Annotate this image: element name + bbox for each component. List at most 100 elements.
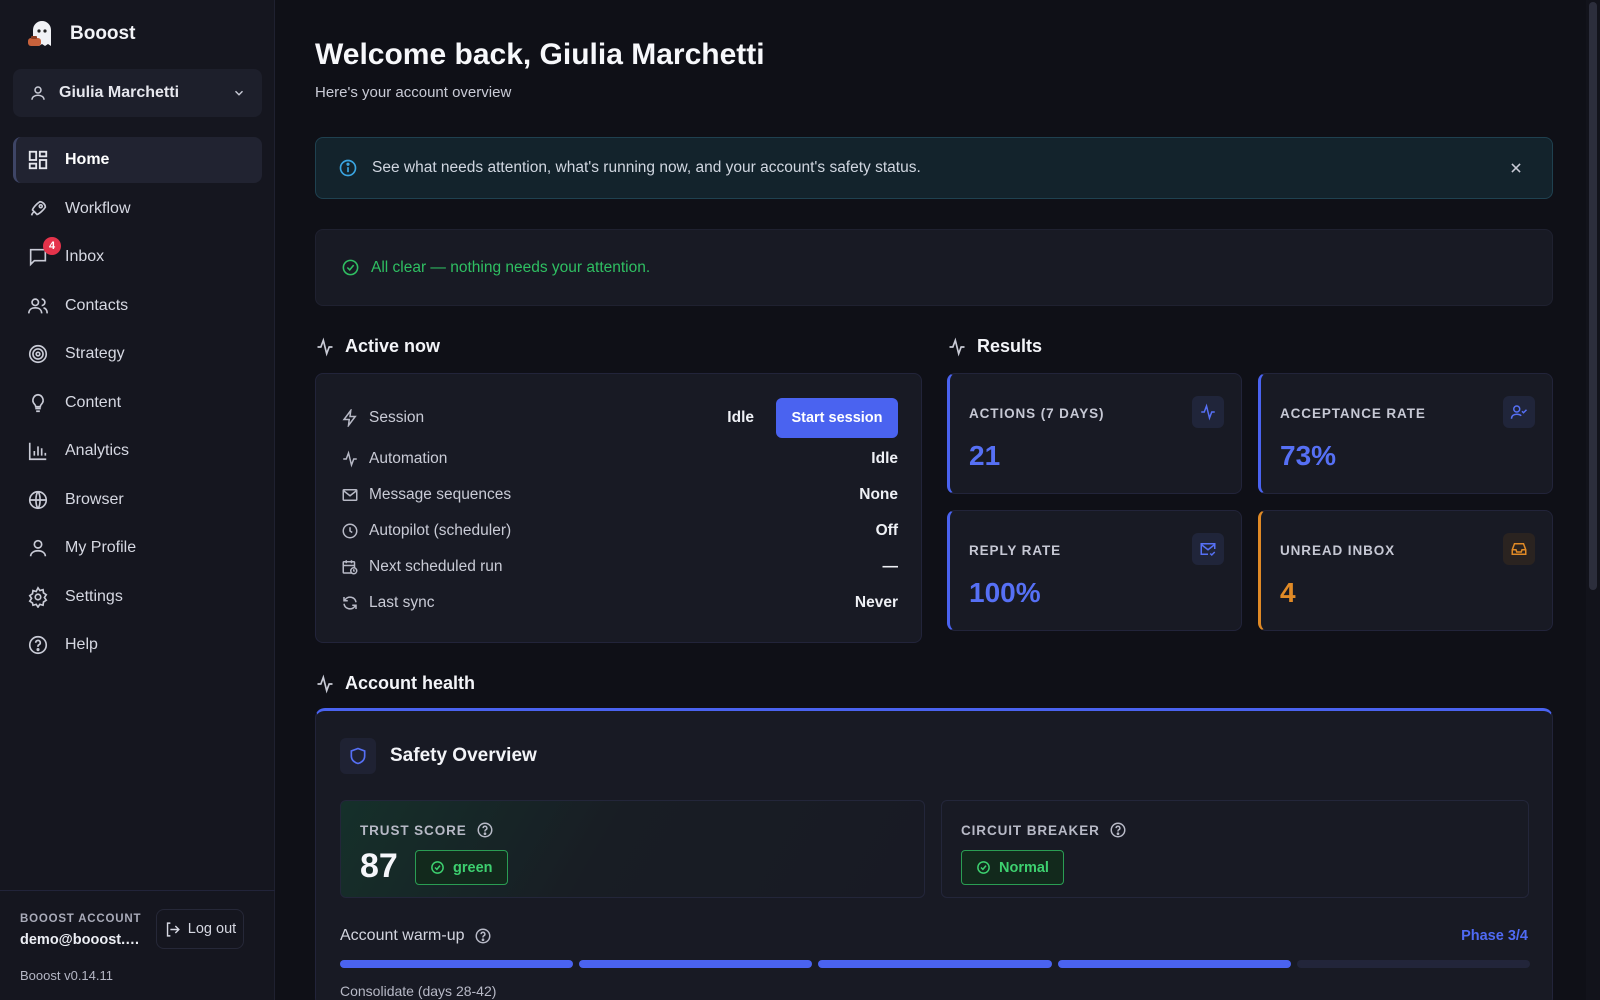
sidebar-item-contacts[interactable]: Contacts <box>13 283 262 329</box>
sidebar-item-browser[interactable]: Browser <box>13 477 262 523</box>
activity-icon <box>949 337 965 356</box>
target-icon <box>27 343 49 365</box>
sidebar-item-label: Inbox <box>65 248 105 265</box>
safety-overview-header: Safety Overview <box>340 738 537 774</box>
sidebar-item-analytics[interactable]: Analytics <box>13 428 262 474</box>
grid-icon <box>27 149 49 171</box>
sidebar-item-inbox[interactable]: 4 Inbox <box>13 234 262 280</box>
sidebar-item-label: Contacts <box>65 296 129 314</box>
circuit-breaker-panel: CIRCUIT BREAKER Normal <box>941 800 1529 898</box>
trust-score-label: TRUST SCORE <box>360 822 467 838</box>
activity-icon <box>343 450 357 468</box>
gear-icon <box>27 585 49 608</box>
attention-text: All clear — nothing needs your attention… <box>371 258 651 276</box>
account-label: BOOOST ACCOUNT <box>20 913 142 925</box>
help-circle-icon[interactable] <box>474 927 492 945</box>
trust-status-text: green <box>453 859 493 876</box>
stat-label: ACCEPTANCE RATE <box>1280 406 1426 421</box>
close-banner-button[interactable] <box>1504 156 1528 180</box>
active-now-card: Session Idle Start session Automation Id… <box>315 373 922 643</box>
status-row-automation: Automation Idle <box>341 448 898 470</box>
brand[interactable]: Booost <box>24 16 135 52</box>
sidebar-item-home[interactable]: Home <box>13 137 262 183</box>
stat-value: 4 <box>1280 577 1296 608</box>
account-health-title: Account health <box>345 673 476 693</box>
safety-overview-title: Safety Overview <box>390 745 537 766</box>
stat-card-unread-inbox[interactable]: UNREAD INBOX 4 <box>1258 510 1553 631</box>
account-health-heading: Account health <box>315 673 475 694</box>
message-icon: 4 <box>27 237 61 268</box>
sidebar-item-my-profile[interactable]: My Profile <box>13 525 262 571</box>
status-row-autopilot: Autopilot (scheduler) Off <box>341 520 898 542</box>
user-icon <box>31 86 45 100</box>
calendar-clock-icon <box>342 560 358 575</box>
warmup-label-group: Account warm-up <box>340 927 492 945</box>
sidebar-item-label: My Profile <box>65 539 137 556</box>
refresh-icon <box>343 596 357 610</box>
users-icon <box>27 295 49 317</box>
stat-card-acceptance-rate[interactable]: ACCEPTANCE RATE 73% <box>1258 373 1553 494</box>
circuit-breaker-label: CIRCUIT BREAKER <box>961 822 1100 838</box>
progress-segment <box>1296 960 1531 968</box>
sidebar-item-strategy[interactable]: Strategy <box>13 331 262 377</box>
sidebar-item-label: Settings <box>65 587 123 605</box>
sidebar-item-settings[interactable]: Settings <box>13 574 262 620</box>
status-row-last-sync: Last sync Never <box>341 592 898 614</box>
circuit-breaker-label-group: CIRCUIT BREAKER <box>961 821 1127 839</box>
status-label: Next scheduled run <box>369 558 503 575</box>
status-value: — <box>882 558 899 575</box>
circuit-status-badge: Normal <box>961 850 1064 885</box>
activity-icon <box>1192 396 1224 428</box>
status-value: None <box>859 486 898 503</box>
results-heading: Results <box>947 336 1042 357</box>
warmup-progress-bar <box>340 960 1531 968</box>
circuit-status-text: Normal <box>999 859 1049 876</box>
trust-score-value: 87 <box>360 847 398 885</box>
trust-status-badge: green <box>415 850 508 885</box>
status-label: Automation <box>369 450 448 467</box>
info-banner-text: See what needs attention, what's running… <box>372 159 921 176</box>
status-row-session: Session Idle Start session <box>341 398 898 438</box>
bar-chart-icon <box>27 440 49 462</box>
brand-name: Booost <box>70 23 136 44</box>
scrollbar-thumb[interactable] <box>1589 2 1597 590</box>
stat-card-reply-rate[interactable]: REPLY RATE 100% <box>947 510 1242 631</box>
sidebar-item-label: Strategy <box>65 345 125 362</box>
rocket-icon <box>27 198 49 220</box>
shield-icon <box>340 738 376 774</box>
status-label: Message sequences <box>369 486 512 503</box>
sidebar-item-help[interactable]: Help <box>13 622 262 668</box>
mail-icon <box>342 489 358 501</box>
stat-value: 21 <box>969 440 1001 471</box>
page-scrollbar[interactable] <box>1586 0 1600 1000</box>
main-content: Welcome back, Giulia Marchetti Here's yo… <box>275 0 1600 1000</box>
sidebar-item-label: Analytics <box>65 442 130 459</box>
start-session-button[interactable]: Start session <box>776 398 898 438</box>
activity-icon <box>317 337 333 356</box>
active-now-heading: Active now <box>315 336 440 357</box>
attention-status: All clear — nothing needs your attention… <box>315 229 1553 306</box>
ghost-logo-icon <box>28 21 51 46</box>
warmup-phase: Phase 3/4 <box>1461 928 1528 944</box>
logout-button[interactable]: Log out <box>156 909 244 949</box>
check-circle-icon <box>977 861 990 874</box>
status-value: Idle <box>871 450 898 467</box>
progress-segment <box>579 960 813 968</box>
close-icon <box>1511 163 1521 173</box>
stat-label: ACTIONS (7 DAYS) <box>969 406 1105 421</box>
inbox-badge: 4 <box>43 237 61 255</box>
page-title: Welcome back, Giulia Marchetti <box>315 38 765 71</box>
sidebar-item-workflow[interactable]: Workflow <box>13 186 262 232</box>
account-switcher[interactable]: Giulia Marchetti <box>13 69 262 117</box>
status-value: Never <box>854 594 898 611</box>
logout-label: Log out <box>187 921 237 937</box>
help-circle-icon[interactable] <box>476 821 494 839</box>
sidebar-item-content[interactable]: Content <box>13 380 262 426</box>
status-label: Autopilot (scheduler) <box>369 522 512 539</box>
help-circle-icon[interactable] <box>1109 821 1127 839</box>
stat-card-actions[interactable]: ACTIONS (7 DAYS) 21 <box>947 373 1242 494</box>
safety-overview-card: Safety Overview TRUST SCORE 87 green CIR… <box>315 708 1553 1000</box>
status-label: Session <box>369 409 425 426</box>
sidebar-item-label: Home <box>65 151 110 168</box>
session-status: Idle <box>727 409 754 426</box>
